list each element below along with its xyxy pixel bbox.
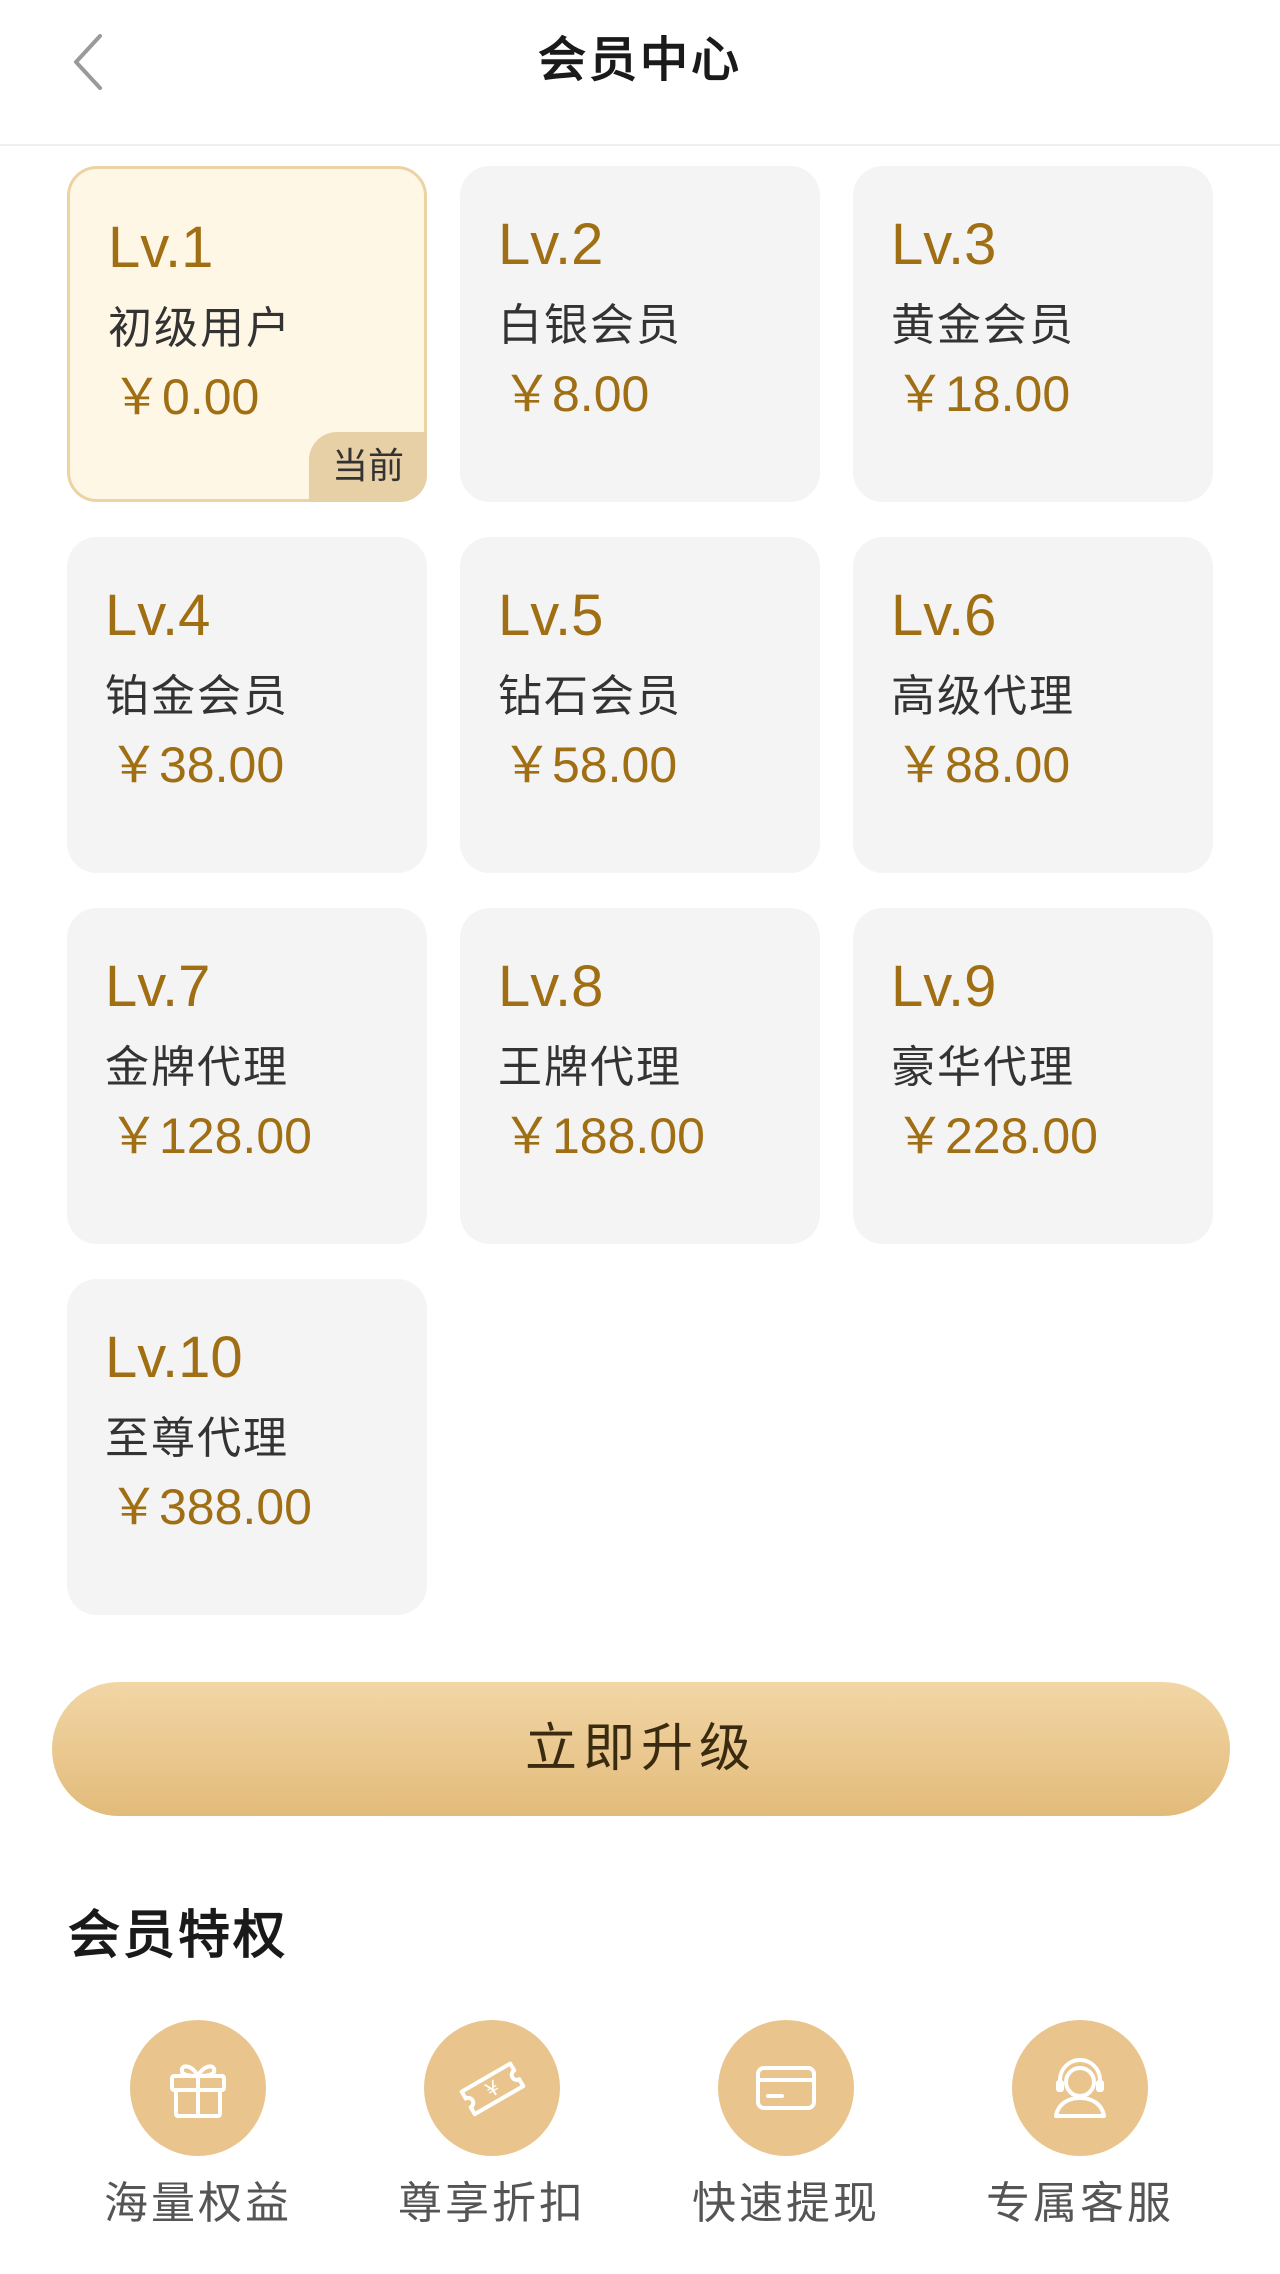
privilege-icon-circle: [130, 2020, 266, 2156]
level-card-3[interactable]: Lv.3 黄金会员 ￥18.00: [853, 166, 1213, 502]
level-price: ￥228.00: [895, 1108, 1098, 1164]
privilege-label: 尊享折扣: [398, 2178, 586, 2229]
privilege-item-service[interactable]: 专属客服: [970, 2020, 1190, 2236]
level-name: 王牌代理: [498, 1042, 682, 1093]
level-number: Lv.3: [891, 212, 997, 277]
level-number: Lv.2: [498, 212, 604, 277]
level-price: ￥0.00: [112, 369, 260, 425]
level-number: Lv.4: [105, 583, 211, 648]
privilege-icon-circle: [1012, 2020, 1148, 2156]
level-number: Lv.9: [891, 954, 997, 1019]
level-number: Lv.6: [891, 583, 997, 648]
level-price: ￥88.00: [895, 737, 1071, 793]
level-number: Lv.1: [108, 215, 214, 280]
coupon-icon: ¥: [459, 2061, 526, 2117]
level-price: ￥18.00: [895, 366, 1071, 422]
level-card-6[interactable]: Lv.6 高级代理 ￥88.00: [853, 537, 1213, 873]
header-bar: 会员中心: [0, 0, 1280, 146]
level-name: 白银会员: [498, 300, 682, 351]
level-name: 钻石会员: [498, 671, 682, 722]
level-card-8[interactable]: Lv.8 王牌代理 ￥188.00: [460, 908, 820, 1244]
level-name: 豪华代理: [891, 1042, 1075, 1093]
customer-service-icon: [1054, 2058, 1106, 2118]
level-name: 黄金会员: [891, 300, 1075, 351]
privilege-label: 海量权益: [104, 2178, 292, 2229]
level-price: ￥58.00: [502, 737, 678, 793]
level-price: ￥38.00: [109, 737, 285, 793]
card-icon: [756, 2066, 816, 2110]
level-price: ￥128.00: [109, 1108, 312, 1164]
level-card-9[interactable]: Lv.9 豪华代理 ￥228.00: [853, 908, 1213, 1244]
level-price: ￥388.00: [109, 1479, 312, 1535]
privilege-label: 专属客服: [986, 2178, 1174, 2229]
level-name: 至尊代理: [105, 1413, 289, 1464]
page-title: 会员中心: [537, 32, 742, 88]
level-card-5[interactable]: Lv.5 钻石会员 ￥58.00: [460, 537, 820, 873]
level-card-4[interactable]: Lv.4 铂金会员 ￥38.00: [67, 537, 427, 873]
current-badge: 当前: [309, 432, 427, 502]
privilege-item-benefits[interactable]: 海量权益: [88, 2020, 308, 2236]
level-number: Lv.5: [498, 583, 604, 648]
level-card-2[interactable]: Lv.2 白银会员 ￥8.00: [460, 166, 820, 502]
privileges-list: 海量权益 ¥ 尊享折扣 快速提现 专属客服: [0, 2020, 1280, 2240]
level-card-7[interactable]: Lv.7 金牌代理 ￥128.00: [67, 908, 427, 1244]
privilege-icon-circle: ¥: [424, 2020, 560, 2156]
level-name: 高级代理: [891, 671, 1075, 722]
member-center-page: 会员中心 Lv.1 初级用户 ￥0.00 当前 Lv.2 白银会员 ￥8.00 …: [0, 0, 1280, 2274]
privilege-icon-circle: [718, 2020, 854, 2156]
level-number: Lv.8: [498, 954, 604, 1019]
level-number: Lv.7: [105, 954, 211, 1019]
privilege-label: 快速提现: [692, 2178, 880, 2229]
level-price: ￥188.00: [502, 1108, 705, 1164]
privilege-item-discount[interactable]: ¥ 尊享折扣: [382, 2020, 602, 2236]
level-card-1[interactable]: Lv.1 初级用户 ￥0.00 当前: [67, 166, 427, 502]
privileges-title: 会员特权: [68, 1906, 289, 1966]
privilege-item-withdraw[interactable]: 快速提现: [676, 2020, 896, 2236]
level-price: ￥8.00: [502, 366, 650, 422]
level-name: 金牌代理: [105, 1042, 289, 1093]
gift-icon: [170, 2064, 226, 2118]
level-card-10[interactable]: Lv.10 至尊代理 ￥388.00: [67, 1279, 427, 1615]
upgrade-now-button[interactable]: 立即升级: [52, 1682, 1230, 1816]
level-name: 铂金会员: [105, 671, 289, 722]
level-number: Lv.10: [105, 1325, 243, 1390]
level-name: 初级用户: [108, 303, 292, 354]
